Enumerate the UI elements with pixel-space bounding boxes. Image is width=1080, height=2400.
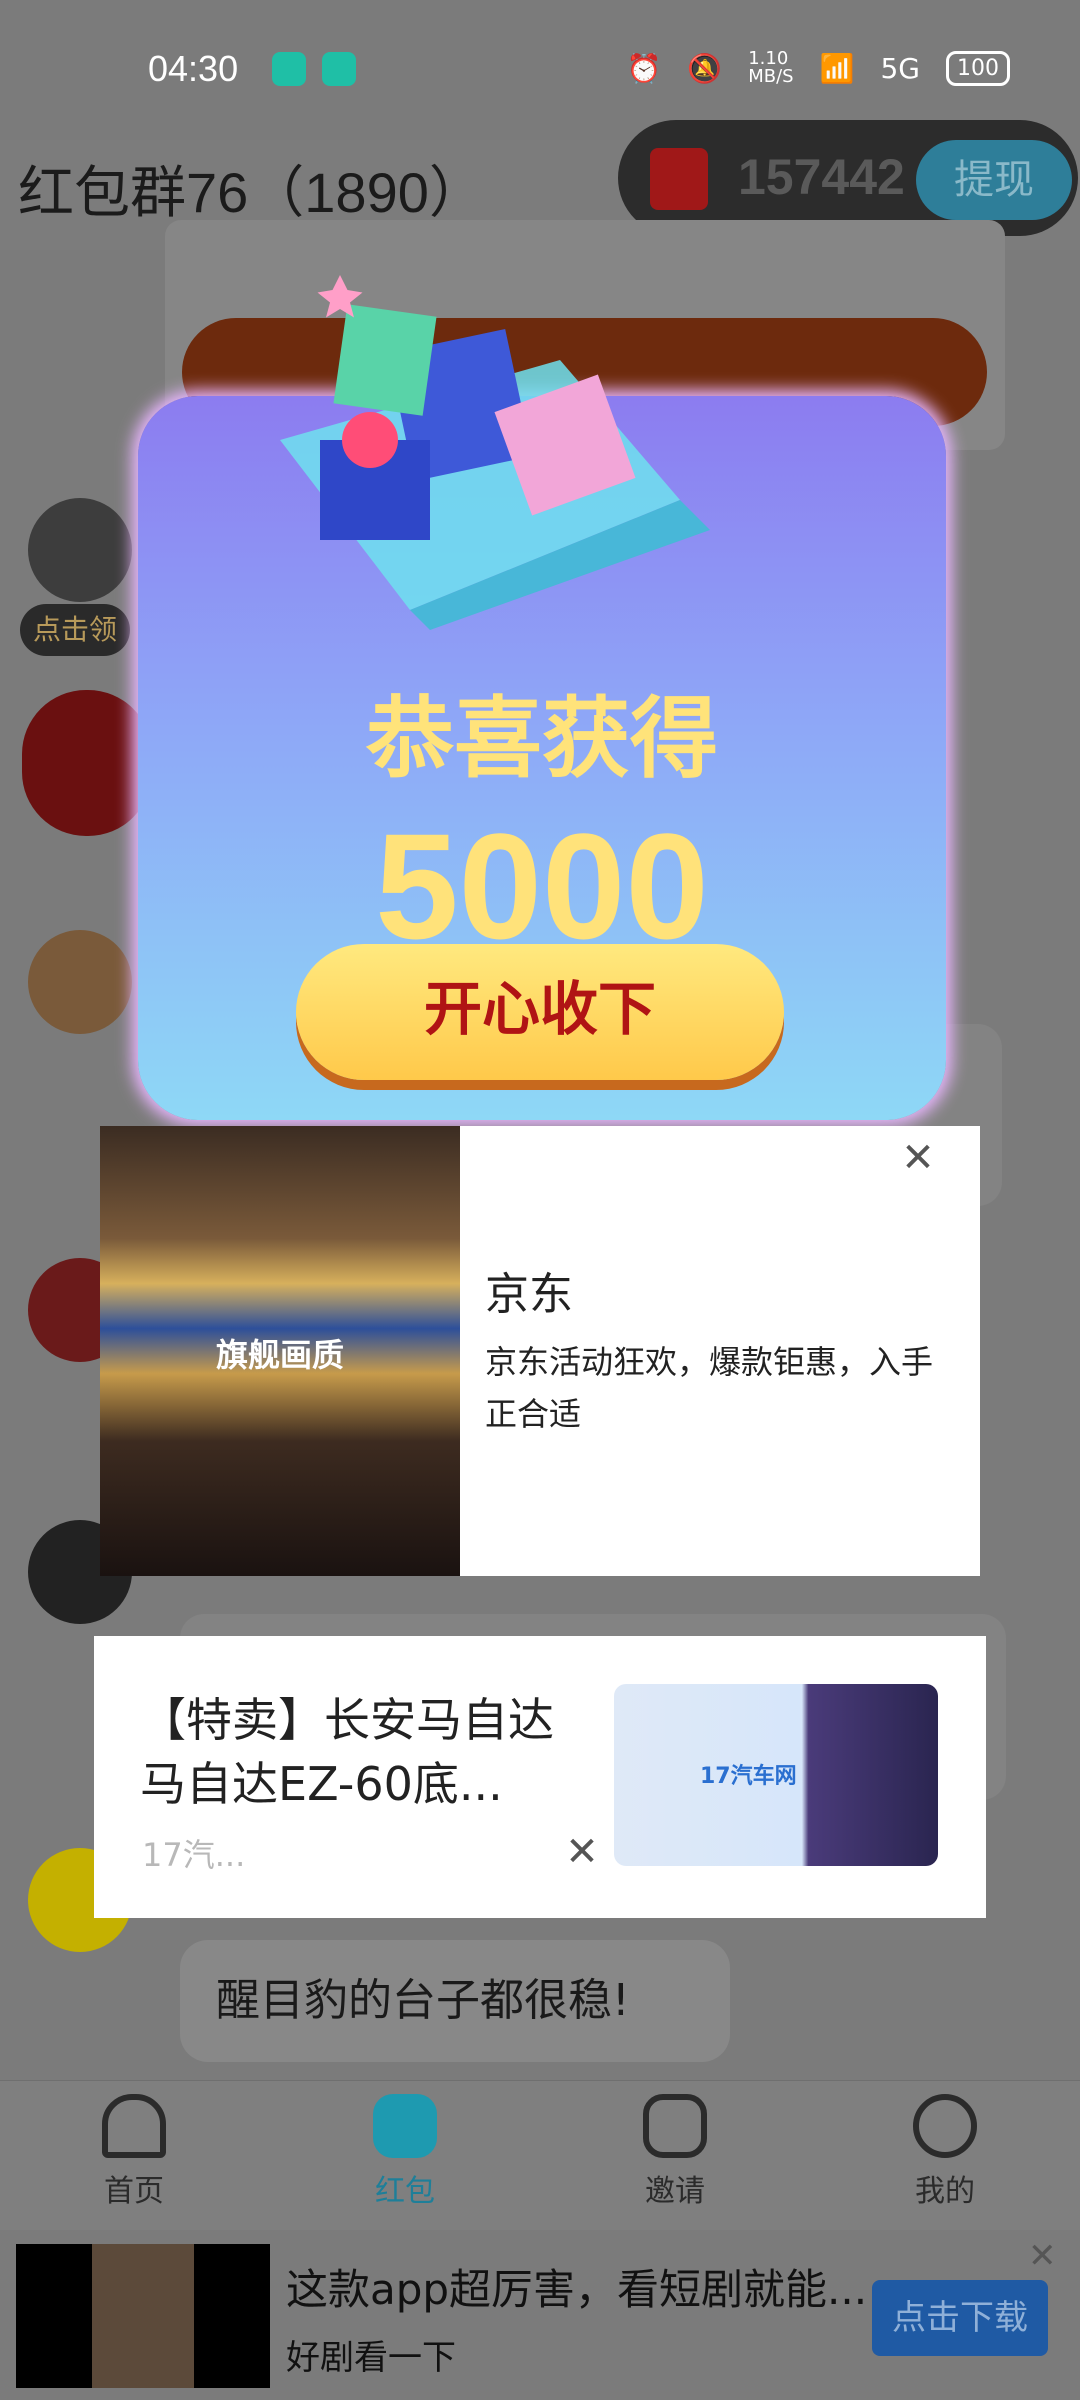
invite-icon <box>643 2094 707 2158</box>
mute-icon: 🔕 <box>687 51 723 85</box>
close-icon[interactable]: ✕ <box>1028 2236 1057 2276</box>
nav-item-home[interactable]: 首页 <box>34 2080 234 2230</box>
download-button[interactable]: 点击下载 <box>872 2280 1048 2356</box>
accept-button[interactable]: 开心收下 <box>296 944 784 1080</box>
avatar[interactable] <box>28 930 132 1034</box>
status-bar: 04:30 ⏰ 🔕 1.10 MB/S 📶 5G 100 <box>0 0 1080 140</box>
status-right: ⏰ 🔕 1.10 MB/S 📶 5G 100 <box>626 50 1010 86</box>
ad-title: 京东 <box>485 1269 573 1320</box>
wifi-icon: 📶 <box>819 51 855 85</box>
balance-value: 157442 <box>738 149 905 205</box>
claim-tag: 点击领 <box>20 604 130 656</box>
ad-thumbnail[interactable] <box>16 2244 270 2388</box>
ad-image-caption: 旗舰画质 <box>215 1336 344 1374</box>
nav-label: 红包 <box>375 2174 435 2209</box>
download-icon <box>322 52 356 86</box>
withdraw-button[interactable]: 提现 <box>916 140 1072 220</box>
chat-message: 醒目豹的台子都很稳! <box>180 1940 730 2062</box>
gift-box-illustration <box>280 275 710 630</box>
ad-description: 京东活动狂欢，爆款钜惠，入手正合适 <box>485 1343 934 1433</box>
group-title: 红包群76（1890） <box>18 161 485 224</box>
avatar[interactable] <box>28 498 132 602</box>
ad-title: 【特卖】长安马自达 马自达EZ-60底... <box>140 1693 554 1811</box>
nav-label: 我的 <box>915 2174 975 2209</box>
nav-item-invite[interactable]: 邀请 <box>575 2080 775 2230</box>
red-packet-message-icon[interactable] <box>22 690 152 836</box>
status-time: 04:30 <box>148 48 239 89</box>
network-speed: 1.10 MB/S <box>748 48 794 87</box>
red-packet-icon <box>650 148 708 210</box>
nav-item-profile[interactable]: 我的 <box>845 2080 1045 2230</box>
close-icon[interactable]: ✕ <box>560 1830 604 1874</box>
nav-label: 邀请 <box>645 2174 705 2209</box>
close-icon[interactable]: ✕ <box>896 1136 940 1180</box>
ad-image-logo: 17汽车网 <box>700 1764 797 1789</box>
app-notification-icon <box>272 52 306 86</box>
ad-subtitle: 好剧看一下 <box>286 2338 456 2378</box>
congrats-title: 恭喜获得 <box>365 687 718 790</box>
nav-label: 首页 <box>104 2174 164 2209</box>
ad-source: 17汽... <box>142 1836 246 1874</box>
network-type: 5G <box>880 51 920 85</box>
ad-title: 这款app超厉害，看短剧就能... <box>286 2265 868 2314</box>
home-icon <box>102 2094 166 2158</box>
profile-icon <box>913 2094 977 2158</box>
red-packet-icon <box>373 2094 437 2158</box>
nav-item-red-packet[interactable]: 红包 <box>305 2080 505 2230</box>
battery-indicator: 100 <box>946 50 1010 86</box>
alarm-icon: ⏰ <box>626 51 662 85</box>
